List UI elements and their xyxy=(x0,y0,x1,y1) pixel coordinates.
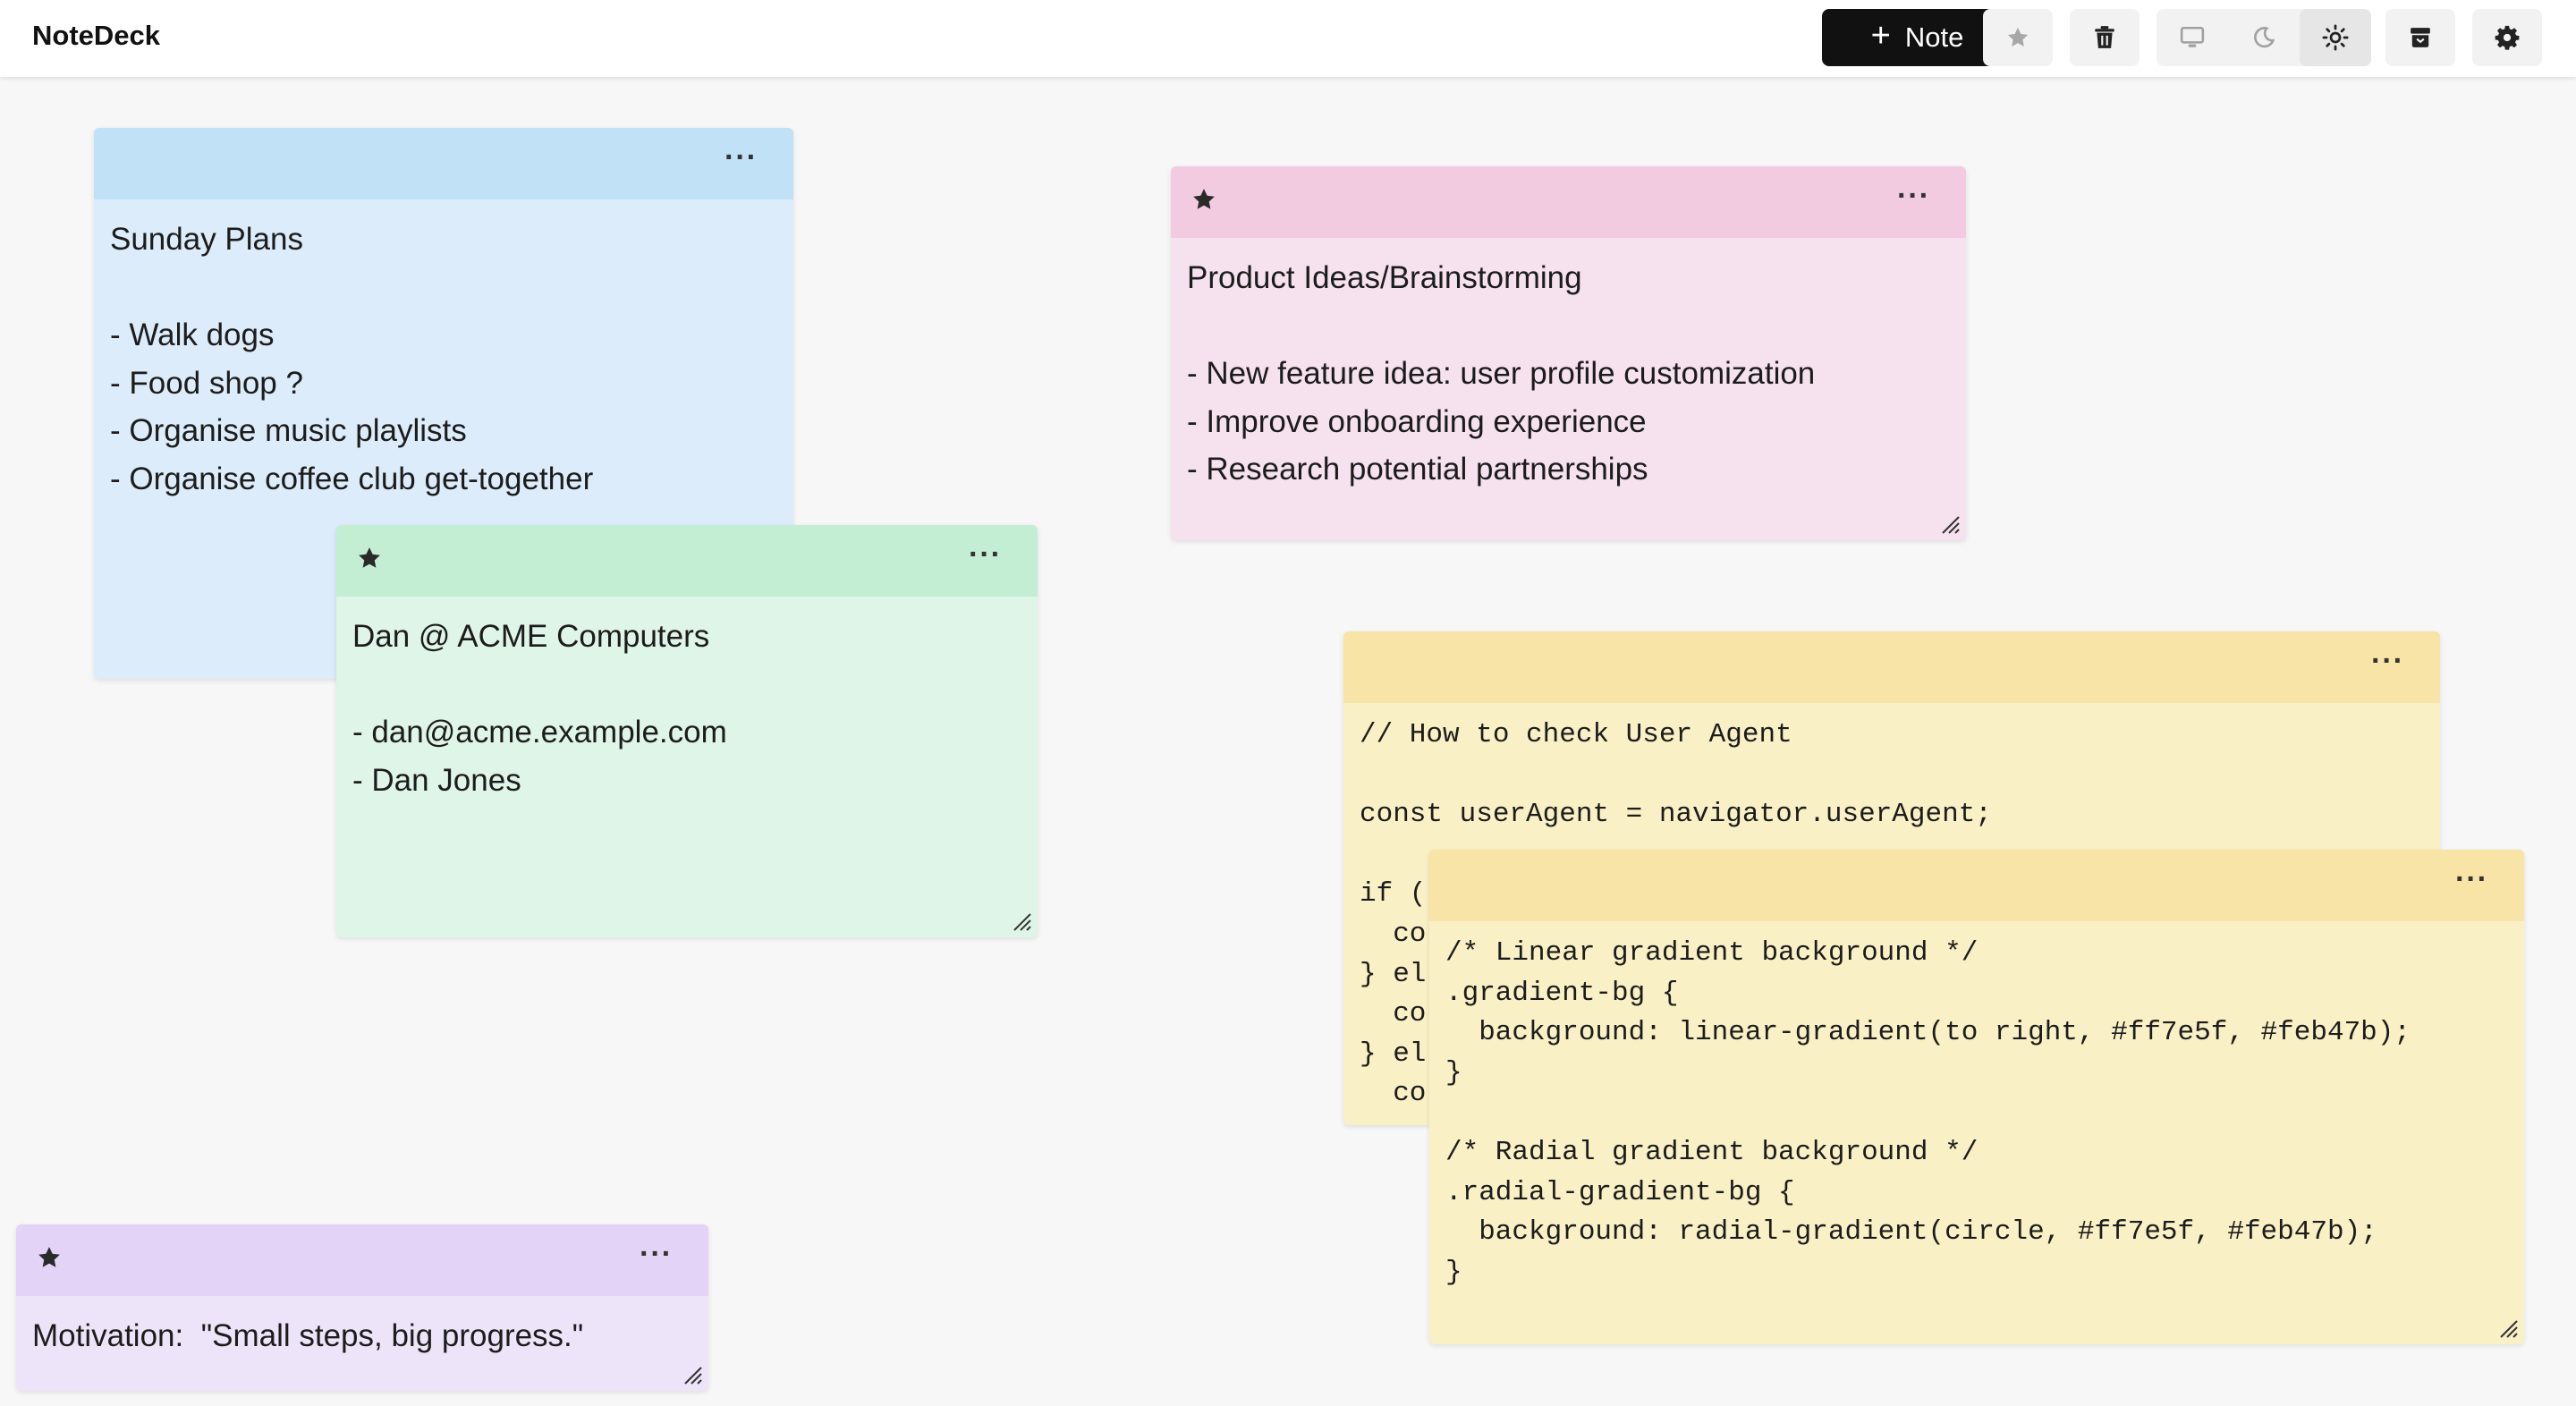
gear-icon xyxy=(2495,25,2520,50)
star-icon xyxy=(2007,27,2029,47)
resize-handle-icon[interactable] xyxy=(1939,513,1961,535)
note-content[interactable]: /* Linear gradient background */ .gradie… xyxy=(1429,921,2524,1292)
note-menu-button[interactable]: ··· xyxy=(724,140,758,175)
sun-icon xyxy=(2322,24,2349,51)
note-gradients[interactable]: ··· /* Linear gradient background */ .gr… xyxy=(1429,850,2524,1344)
note-drag-handle[interactable]: ··· xyxy=(94,128,793,199)
note-menu-button[interactable]: ··· xyxy=(2455,862,2488,897)
note-motivation[interactable]: ··· Motivation: "Small steps, big progre… xyxy=(16,1224,708,1391)
note-drag-handle[interactable]: ··· xyxy=(16,1224,708,1296)
app-title: NoteDeck xyxy=(32,20,160,51)
note-drag-handle[interactable]: ··· xyxy=(1429,850,2524,921)
plus-icon: + xyxy=(1870,17,1891,55)
note-content[interactable]: Sunday Plans - Walk dogs - Food shop ? -… xyxy=(94,199,793,503)
resize-handle-icon[interactable] xyxy=(2497,1317,2519,1339)
note-drag-handle[interactable]: ··· xyxy=(336,525,1038,597)
star-icon[interactable] xyxy=(356,545,383,576)
note-menu-button[interactable]: ··· xyxy=(640,1237,673,1272)
theme-system-button[interactable] xyxy=(2157,9,2228,66)
settings-button[interactable] xyxy=(2472,9,2542,66)
trash-icon xyxy=(2095,26,2114,48)
note-content[interactable]: Dan @ ACME Computers - dan@acme.example.… xyxy=(336,597,1038,804)
monitor-icon xyxy=(2180,26,2205,47)
star-icon[interactable] xyxy=(1191,186,1217,217)
resize-handle-icon[interactable] xyxy=(682,1364,703,1385)
note-content[interactable]: Motivation: "Small steps, big progress." xyxy=(16,1296,708,1360)
new-note-label: Note xyxy=(1904,21,1964,53)
note-drag-handle[interactable]: ··· xyxy=(1343,631,2440,703)
theme-light-button[interactable] xyxy=(2300,9,2371,66)
moon-icon xyxy=(2254,27,2275,48)
archive-icon xyxy=(2411,28,2430,47)
note-content[interactable]: Product Ideas/Brainstorming - New featur… xyxy=(1171,238,1966,494)
archive-button[interactable] xyxy=(2385,9,2455,66)
note-drag-handle[interactable]: ··· xyxy=(1171,166,1966,238)
favorites-button[interactable] xyxy=(1983,9,2053,66)
star-icon[interactable] xyxy=(36,1244,63,1275)
note-menu-button[interactable]: ··· xyxy=(2371,644,2404,679)
note-product-ideas[interactable]: ··· Product Ideas/Brainstorming - New fe… xyxy=(1171,166,1966,540)
resize-handle-icon[interactable] xyxy=(1011,911,1032,932)
theme-toggle-group xyxy=(2157,9,2371,66)
note-dan-acme[interactable]: ··· Dan @ ACME Computers - dan@acme.exam… xyxy=(336,525,1038,937)
trash-button[interactable] xyxy=(2070,9,2140,66)
top-bar: NoteDeck + Note xyxy=(0,0,2576,77)
note-menu-button[interactable]: ··· xyxy=(969,538,1002,572)
theme-dark-button[interactable] xyxy=(2228,9,2300,66)
note-menu-button[interactable]: ··· xyxy=(1897,179,1930,214)
